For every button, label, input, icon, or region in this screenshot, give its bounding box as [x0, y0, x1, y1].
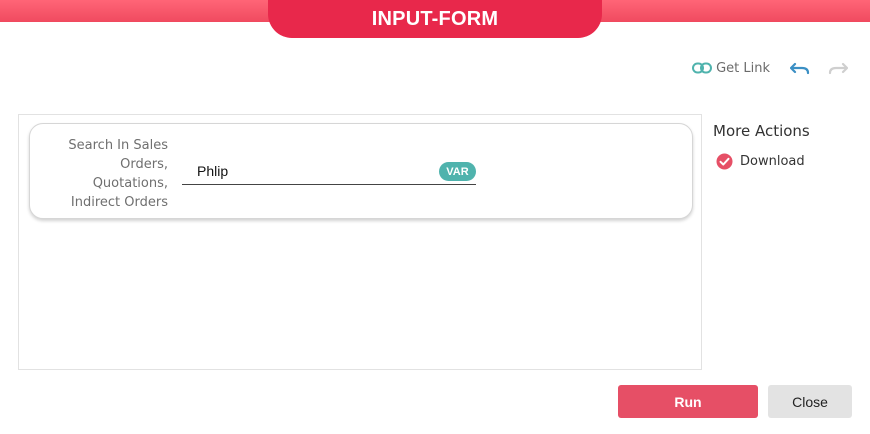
search-field-wrapper: VAR [182, 158, 476, 185]
download-option[interactable]: Download [716, 153, 805, 170]
get-link-label: Get Link [716, 60, 770, 76]
run-button[interactable]: Run [618, 385, 758, 418]
redo-icon[interactable] [828, 61, 848, 75]
page-title: INPUT-FORM [371, 7, 499, 30]
form-panel: Search In Sales Orders, Quotations, Indi… [18, 114, 702, 370]
search-field-card: Search In Sales Orders, Quotations, Indi… [29, 123, 693, 219]
undo-icon[interactable] [790, 61, 810, 75]
check-circle-icon [716, 153, 733, 170]
link-icon [692, 62, 713, 74]
search-input[interactable] [182, 158, 432, 183]
toolbar: Get Link [692, 58, 848, 78]
download-label: Download [740, 154, 805, 169]
close-button[interactable]: Close [768, 385, 852, 418]
more-actions-title: More Actions [713, 122, 810, 140]
var-badge[interactable]: VAR [439, 162, 476, 181]
title-tab: INPUT-FORM [268, 0, 602, 38]
search-field-label: Search In Sales Orders, Quotations, Indi… [68, 138, 168, 210]
get-link-button[interactable]: Get Link [692, 61, 770, 76]
